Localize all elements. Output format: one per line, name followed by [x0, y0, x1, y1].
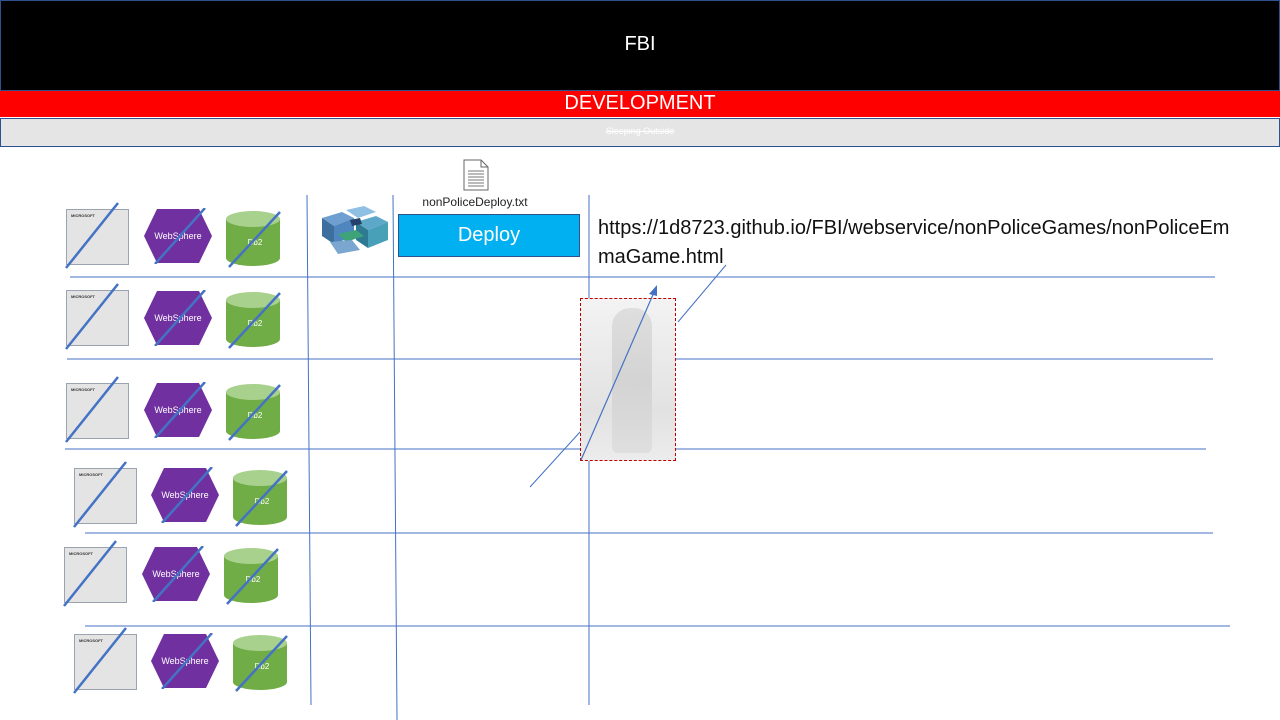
connector-line [677, 264, 727, 323]
db2-database-icon: Db2 [224, 548, 279, 605]
arrow-connector [580, 285, 657, 461]
websphere-icon: WebSphere [151, 467, 219, 523]
strike-line [63, 540, 117, 607]
db2-database-icon: Db2 [226, 292, 281, 349]
tools-cluster-icon [320, 204, 390, 256]
websphere-icon: WebSphere [144, 208, 212, 264]
strike-line [73, 627, 127, 694]
websphere-icon: WebSphere [142, 546, 210, 602]
websphere-icon: WebSphere [144, 382, 212, 438]
strike-line [65, 283, 119, 350]
strike-line [73, 461, 127, 528]
strike-line [65, 376, 119, 443]
document-icon[interactable] [463, 159, 489, 191]
connector-line [529, 431, 581, 488]
deploy-button[interactable]: Deploy [398, 214, 580, 257]
db2-database-icon: Db2 [226, 211, 281, 268]
column-divider [392, 194, 398, 720]
file-name-label: nonPoliceDeploy.txt [422, 195, 528, 209]
column-divider [306, 194, 312, 706]
websphere-icon: WebSphere [144, 290, 212, 346]
strike-line [65, 202, 119, 269]
websphere-icon: WebSphere [151, 633, 219, 689]
db2-database-icon: Db2 [233, 635, 288, 692]
db2-database-icon: Db2 [233, 470, 288, 527]
url-link[interactable]: https://1d8723.github.io/FBI/webservice/… [598, 214, 1238, 272]
db2-database-icon: Db2 [226, 384, 281, 441]
